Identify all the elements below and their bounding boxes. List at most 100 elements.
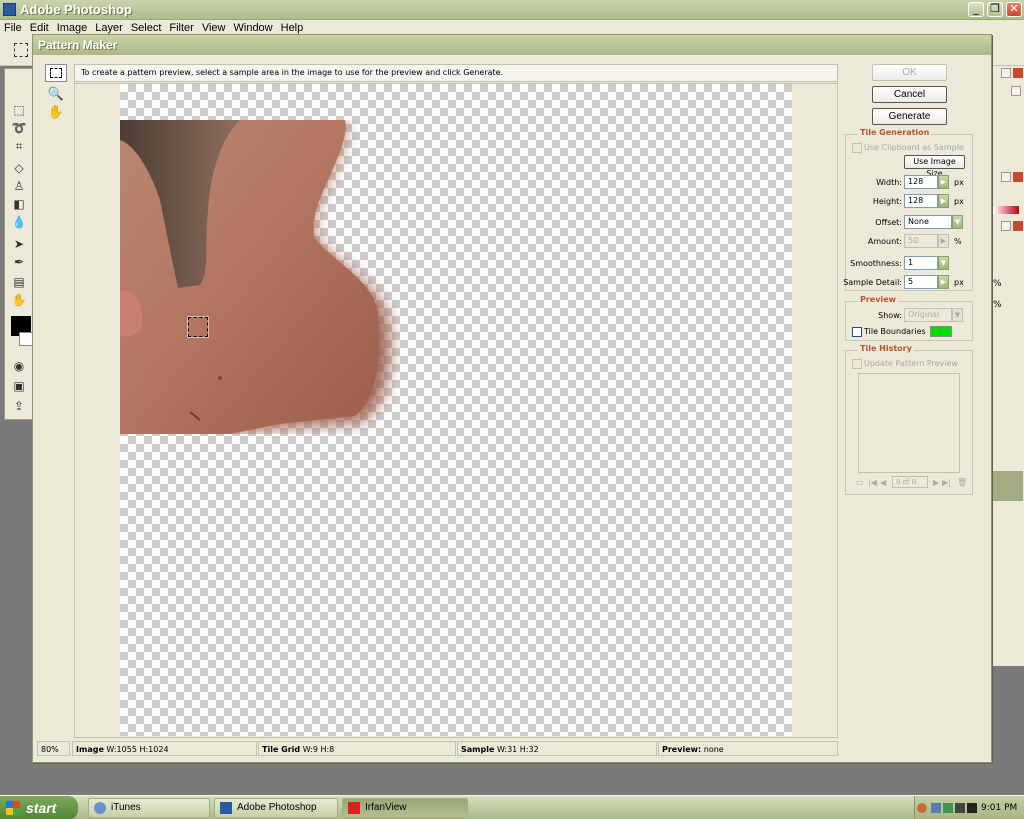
palette-close-icon[interactable] [1013, 172, 1023, 182]
show-dropdown-icon[interactable]: ▼ [952, 308, 963, 322]
network-icon[interactable] [931, 803, 941, 813]
color-ramp[interactable] [993, 206, 1019, 214]
show-select[interactable]: Original [904, 308, 952, 322]
sample-detail-input[interactable]: 5 [904, 275, 938, 289]
sample-size-value: W:31 H:32 [496, 745, 539, 754]
preview-status: Preview: none [658, 741, 838, 756]
fill-percent: % [993, 300, 1002, 310]
palette-close-icon[interactable] [1013, 221, 1023, 231]
zoom-tool-icon[interactable]: 🔍 [45, 86, 67, 104]
palette-minimize-button[interactable] [1001, 221, 1011, 231]
smoothness-select[interactable]: 1 [904, 256, 938, 270]
taskbar-item-photoshop[interactable]: Adobe Photoshop [214, 798, 338, 818]
background-color-swatch[interactable] [19, 332, 33, 346]
sample-selection-marquee[interactable] [188, 317, 208, 337]
offset-select[interactable]: None [904, 215, 952, 229]
taskbar: start iTunes Adobe Photoshop IrfanView 9… [0, 795, 1024, 819]
amount-input[interactable]: 50 [904, 234, 938, 248]
width-label: Width: [876, 178, 902, 187]
screen-mode-icon[interactable]: ▣ [11, 379, 27, 393]
generate-button[interactable]: Generate [872, 108, 947, 125]
previous-tile-icon[interactable]: ◀ [880, 478, 886, 487]
tile-grid-value: W:9 H:8 [302, 745, 335, 754]
preview-status-value: none [703, 745, 724, 754]
quickmask-icon[interactable]: ◉ [11, 359, 27, 373]
height-slider-button[interactable]: ▶ [938, 194, 949, 208]
sample-size-label: Sample [461, 745, 495, 754]
sample-detail-slider-button[interactable]: ▶ [938, 275, 949, 289]
security-icon[interactable] [943, 803, 953, 813]
path-select-tool-icon[interactable]: ➤ [11, 237, 27, 251]
tile-grid-label: Tile Grid [262, 745, 301, 754]
volume-icon[interactable] [955, 803, 965, 813]
palette-minimize-button[interactable] [1001, 68, 1011, 78]
crop-tool-icon[interactable]: ⌗ [11, 139, 27, 153]
zoom-level[interactable]: 80% [37, 741, 70, 756]
restore-button[interactable]: ❐ [987, 2, 1003, 17]
tile-generation-group: Tile Generation Use Clipboard as Sample … [843, 128, 973, 291]
tile-boundaries-color-swatch[interactable] [930, 326, 952, 337]
dialog-title: Pattern Maker [38, 38, 118, 52]
offset-dropdown-icon[interactable]: ▼ [952, 215, 963, 229]
tile-history-group: Tile History Update Pattern Preview ▭ |◀… [845, 344, 973, 495]
delete-tile-icon[interactable]: 🗑 [957, 478, 967, 487]
last-tile-icon[interactable]: ▶| [942, 478, 951, 487]
display-icon[interactable] [967, 803, 977, 813]
close-button[interactable]: ✕ [1006, 2, 1022, 17]
width-input[interactable]: 128 [904, 175, 938, 189]
first-tile-icon[interactable]: |◀ [868, 478, 877, 487]
offset-label: Offset: [875, 218, 902, 227]
image-size-label: Image [76, 745, 104, 754]
palette-menu-button[interactable] [1011, 86, 1021, 96]
hand-tool-icon[interactable]: ✋ [45, 104, 67, 122]
pen-tool-icon[interactable]: ✒ [11, 255, 27, 269]
use-clipboard-checkbox[interactable] [852, 143, 862, 153]
start-button[interactable]: start [0, 796, 78, 819]
notes-tool-icon[interactable]: ▤ [11, 275, 27, 289]
width-slider-button[interactable]: ▶ [938, 175, 949, 189]
windows-flag-icon [6, 801, 20, 815]
app-title: Adobe Photoshop [20, 2, 132, 17]
jump-to-imageready-icon[interactable]: ⇪ [11, 399, 27, 413]
minimize-button[interactable]: _ [968, 2, 984, 17]
taskbar-item-irfanview[interactable]: IrfanView [342, 798, 468, 818]
height-input[interactable]: 128 [904, 194, 938, 208]
marquee-tool-icon[interactable] [14, 43, 28, 57]
dialog-titlebar[interactable]: Pattern Maker [33, 35, 991, 55]
ok-button[interactable]: OK [872, 64, 947, 81]
use-clipboard-label: Use Clipboard as Sample [864, 143, 964, 152]
rectangular-marquee-icon[interactable] [45, 64, 67, 82]
update-pattern-preview-checkbox[interactable] [852, 359, 862, 369]
smoothness-dropdown-icon[interactable]: ▼ [938, 256, 949, 270]
start-label: start [26, 800, 57, 816]
preview-status-label: Preview: [662, 745, 702, 754]
stamp-tool-icon[interactable]: ♙ [11, 179, 27, 193]
taskbar-item-itunes[interactable]: iTunes [88, 798, 210, 818]
healing-tool-icon[interactable]: ◇ [11, 161, 27, 175]
irfanview-icon [348, 802, 360, 814]
palette-close-icon[interactable] [1013, 68, 1023, 78]
transparent-canvas[interactable] [120, 84, 792, 736]
width-unit: px [954, 178, 964, 187]
eraser-tool-icon[interactable]: ◧ [11, 197, 27, 211]
blur-tool-icon[interactable]: 💧 [11, 215, 27, 229]
lasso-tool-icon[interactable]: ➰ [11, 121, 27, 135]
use-image-size-button[interactable]: Use Image Size [904, 155, 965, 178]
palette-minimize-button[interactable] [1001, 172, 1011, 182]
layer-highlight[interactable] [993, 471, 1023, 501]
taskbar-item-label: Adobe Photoshop [237, 802, 317, 813]
save-history-icon[interactable]: ▭ [856, 478, 864, 487]
cancel-button[interactable]: Cancel [872, 86, 947, 103]
hand-tool-icon[interactable]: ✋ [11, 293, 27, 307]
system-tray: 9:01 PM [914, 796, 1024, 819]
clock: 9:01 PM [981, 803, 1018, 813]
status-bar: 80% Image W:1055 H:1024 Tile Grid W:9 H:… [37, 741, 838, 756]
marquee-tool-icon[interactable]: ⬚ [11, 103, 27, 117]
tray-expand-icon[interactable] [917, 803, 927, 813]
tile-boundaries-checkbox[interactable] [852, 327, 862, 337]
next-tile-icon[interactable]: ▶ [933, 478, 939, 487]
face-photo [120, 120, 390, 434]
amount-slider-button[interactable]: ▶ [938, 234, 949, 248]
menu-file[interactable]: File [0, 20, 26, 36]
smoothness-label: Smoothness: [850, 259, 902, 268]
